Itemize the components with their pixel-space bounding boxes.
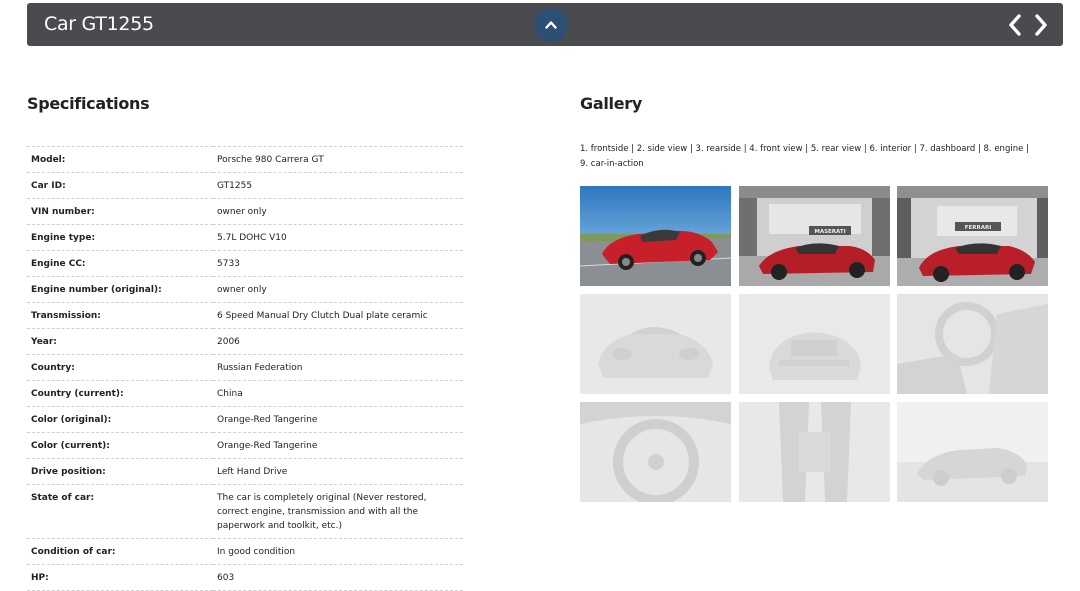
spec-row: Car ID: GT1255	[27, 172, 463, 199]
spec-row: Transmission: 6 Speed Manual Dry Clutch D…	[27, 302, 463, 329]
chevron-up-icon	[545, 21, 557, 29]
gallery-link[interactable]: 2. side view	[637, 144, 688, 154]
gallery-link-separator: |	[631, 144, 635, 154]
spec-row: Engine type: 5.7L DOHC V10	[27, 224, 463, 251]
specifications-heading: Specifications	[27, 94, 150, 113]
spec-value: 5733	[217, 259, 240, 269]
spec-value: GT1255	[217, 181, 253, 191]
spec-value: 5.7L DOHC V10	[217, 233, 287, 243]
spec-value: China	[217, 389, 243, 399]
spec-label: Transmission:	[31, 311, 101, 321]
gallery-thumb-car-in-action[interactable]	[897, 402, 1048, 502]
gallery-thumb-dashboard[interactable]	[580, 402, 731, 502]
spec-row: Color (current): Orange-Red Tangerine	[27, 432, 463, 459]
spec-row: Color (original): Orange-Red Tangerine	[27, 406, 463, 433]
spec-label: Color (original):	[31, 415, 112, 425]
spec-value: Russian Federation	[217, 363, 303, 373]
spec-value: Left Hand Drive	[217, 467, 288, 477]
spec-row: Engine CC: 5733	[27, 250, 463, 277]
gallery-thumb-rearside[interactable]: FERRARI	[897, 186, 1048, 286]
gallery-sign-text: FERRARI	[965, 225, 992, 231]
spec-label: Engine type:	[31, 233, 96, 243]
gallery-heading: Gallery	[580, 94, 642, 113]
spec-label: State of car:	[31, 493, 95, 503]
spec-label: Condition of car:	[31, 547, 116, 557]
gallery-thumb-frontside[interactable]	[580, 186, 731, 286]
spec-row: VIN number: owner only	[27, 198, 463, 225]
spec-row: Engine number (original): owner only	[27, 276, 463, 303]
spec-value: 6 Speed Manual Dry Clutch Dual plate cer…	[217, 311, 428, 321]
spec-row: Country (current): China	[27, 380, 463, 407]
spec-label: HP:	[31, 573, 49, 583]
spec-row: Country: Russian Federation	[27, 354, 463, 381]
spec-value: 603	[217, 573, 235, 583]
chevron-right-icon	[1035, 14, 1047, 36]
spec-label: Model:	[31, 155, 66, 165]
spec-value: 2006	[217, 337, 240, 347]
previous-car-button[interactable]	[1007, 13, 1023, 37]
gallery-link[interactable]: 8. engine	[984, 144, 1024, 154]
spec-label: Engine CC:	[31, 259, 86, 269]
spec-row: Year: 2006	[27, 328, 463, 355]
spec-row: Drive position: Left Hand Drive	[27, 458, 463, 485]
gallery-link-separator: |	[805, 144, 809, 154]
spec-row: HP: 603	[27, 564, 463, 591]
spec-label: Country (current):	[31, 389, 124, 399]
gallery-link-separator: |	[689, 144, 693, 154]
collapse-toggle-button[interactable]	[534, 8, 568, 42]
spec-label: Drive position:	[31, 467, 106, 477]
gallery-thumb-engine[interactable]	[739, 402, 890, 502]
spec-row: Condition of car: In good condition	[27, 538, 463, 565]
next-car-button[interactable]	[1033, 13, 1049, 37]
spec-label: Year:	[31, 337, 57, 347]
gallery-link[interactable]: 7. dashboard	[919, 144, 975, 154]
gallery-link[interactable]: 4. front view	[749, 144, 802, 154]
spec-label: Car ID:	[31, 181, 66, 191]
chevron-left-icon	[1009, 14, 1021, 36]
spec-value: The car is completely original (Never re…	[217, 493, 427, 531]
gallery-link-list: 1. frontside | 2. side view | 3. rearsid…	[580, 142, 1035, 172]
spec-label: VIN number:	[31, 207, 95, 217]
spec-value: Porsche 980 Carrera GT	[217, 155, 324, 165]
gallery-link[interactable]: 6. interior	[869, 144, 911, 154]
gallery-link[interactable]: 9. car-in-action	[580, 159, 644, 169]
spec-row: Model: Porsche 980 Carrera GT	[27, 146, 463, 173]
gallery-thumb-side-view[interactable]: MASERATI	[739, 186, 890, 286]
gallery-thumb-front-view[interactable]	[580, 294, 731, 394]
gallery-thumb-interior[interactable]	[897, 294, 1048, 394]
gallery-thumb-rear-view[interactable]	[739, 294, 890, 394]
gallery-link-separator: |	[977, 144, 981, 154]
gallery-link[interactable]: 1. frontside	[580, 144, 628, 154]
spec-value: In good condition	[217, 547, 296, 557]
gallery-link-separator: |	[1026, 144, 1029, 154]
spec-value: Orange-Red Tangerine	[217, 441, 318, 451]
spec-value: owner only	[217, 207, 267, 217]
specifications-table: Model: Porsche 980 Carrera GT Car ID: GT125…	[27, 146, 463, 591]
gallery-link[interactable]: 5. rear view	[811, 144, 861, 154]
spec-label: Engine number (original):	[31, 285, 162, 295]
gallery-link-separator: |	[913, 144, 917, 154]
spec-row: State of car: The car is completely origi…	[27, 484, 463, 539]
spec-value: Orange-Red Tangerine	[217, 415, 318, 425]
header-bar: Car GT1255	[27, 3, 1063, 46]
gallery-link-separator: |	[863, 144, 867, 154]
gallery-link-separator: |	[743, 144, 747, 154]
page-title: Car GT1255	[44, 13, 154, 35]
spec-label: Country:	[31, 363, 75, 373]
spec-label: Color (current):	[31, 441, 110, 451]
gallery-sign-text: MASERATI	[814, 229, 845, 235]
spec-value: owner only	[217, 285, 267, 295]
gallery-link[interactable]: 3. rearside	[696, 144, 741, 154]
